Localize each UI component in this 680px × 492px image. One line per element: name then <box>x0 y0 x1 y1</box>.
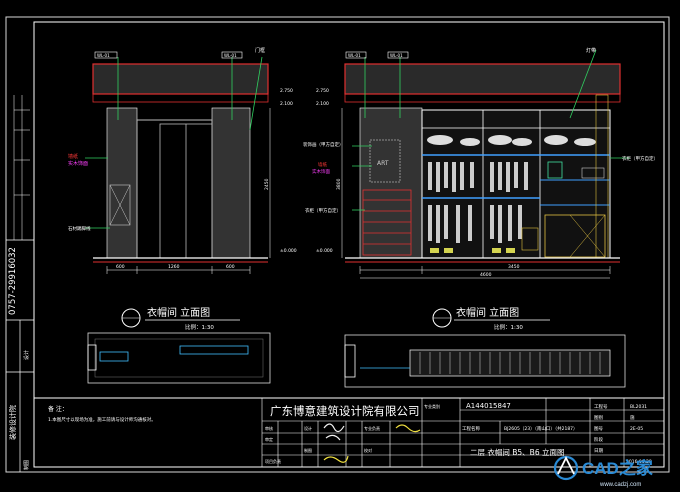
left-label-magenta: 实木饰面 <box>68 160 88 167</box>
drawing-code: A144015847 <box>466 402 511 410</box>
sheet-name: 二层 衣帽间 B5、B6 立面图 <box>470 447 565 457</box>
sidebar-phone: 0757-29916032 <box>8 247 18 315</box>
tb-right-label-4: 阶段 <box>594 436 603 443</box>
left-dim-4: 2450 <box>264 178 270 190</box>
sidebar-designer: 设计 <box>23 350 30 360</box>
right-dim-1: 3800 <box>336 178 342 190</box>
tb-right-label-3: 图号 <box>594 426 603 432</box>
watermark-url: www.cadzj.com <box>599 482 641 488</box>
right-label-1: 装饰画（甲方自定） <box>303 141 344 148</box>
notes-text: 1.本图尺寸以现场为准，施工前请与设计师沟通核对。 <box>48 416 156 423</box>
tb-right-label-5: 日期 <box>594 448 603 454</box>
left-dim-3: 600 <box>226 264 235 270</box>
right-title: 衣帽间 立面图 <box>456 306 519 319</box>
tb-right-label-1: 工程号 <box>594 403 608 410</box>
watermark-brand: CAD之家 <box>582 458 653 478</box>
left-tag-2: WL-01 <box>224 53 237 58</box>
left-elev-2: 2.100 <box>280 101 293 107</box>
left-dim-1: 600 <box>116 264 125 270</box>
left-label-side: 石材踢脚线 <box>68 225 91 232</box>
right-dim-2: 3450 <box>508 264 520 270</box>
left-elev-1: 2.750 <box>280 88 293 94</box>
right-label-4: 衣柜（甲方自定） <box>305 207 341 214</box>
tb-right-value-2: 施 <box>630 414 635 421</box>
tb-label-7: 校对 <box>364 447 372 453</box>
right-label-top: 灯带 <box>586 47 596 54</box>
cad-drawing-canvas: 0757-29916032 装修设计院 设计 制图 WL-01 WL-01 门框… <box>0 0 680 492</box>
tb-label-8: 专业类别 <box>424 403 440 409</box>
right-art: ART <box>377 160 389 167</box>
title-block: 备 注： 1.本图尺寸以现场为准，施工前请与设计师沟通核对。 广东博意建筑设计院… <box>48 398 664 467</box>
tb-label-2: 审定 <box>265 436 273 442</box>
project-name: BJ2605（23）（南山口）（共2187） <box>504 425 578 432</box>
tb-right-value-1: BL2031 <box>630 404 647 410</box>
tb-right-label-2: 图别 <box>594 414 603 421</box>
tb-right-value-3: 2E-05 <box>630 426 643 432</box>
right-elev-2: 2.100 <box>316 101 329 107</box>
left-tag-1: WL-01 <box>97 53 110 58</box>
left-elev-3: ±0.000 <box>280 248 297 254</box>
project-label: 工程名称 <box>462 425 480 432</box>
right-dim-3: 4600 <box>480 272 492 278</box>
left-dim-2: 1260 <box>168 264 180 270</box>
left-title: 衣帽间 立面图 <box>147 306 210 319</box>
right-label-2: 墙纸 <box>318 161 327 168</box>
right-elev-1: 2.750 <box>316 88 329 94</box>
left-label-red: 墙纸 <box>68 153 78 160</box>
right-scale: 比例：1:30 <box>494 323 523 331</box>
notes-heading: 备 注： <box>48 405 68 413</box>
tb-label-4: 项目负责 <box>265 458 281 464</box>
right-tag-1: WL-01 <box>348 53 361 58</box>
right-elevation: ART WL-01 WL-01 灯带 装饰画（甲方自定） 墙纸 实木饰面 衣柜（… <box>303 47 658 388</box>
sidebar-drafter: 制图 <box>23 460 30 470</box>
right-tag-2: WL-01 <box>390 53 403 58</box>
tb-label-1: 审核 <box>265 425 273 431</box>
sidebar-stamp: 装修设计院 <box>8 405 17 440</box>
right-label-3: 实木饰面 <box>312 168 330 175</box>
left-elevation: WL-01 WL-01 门框 墙纸 实木饰面 石材踢脚线 2.750 2.100… <box>68 47 297 384</box>
left-door-label: 门框 <box>255 47 265 54</box>
left-scale: 比例：1:30 <box>185 323 214 331</box>
tb-label-5: 设计 <box>304 425 312 431</box>
right-elev-3: ±0.000 <box>316 248 333 254</box>
company-name: 广东博意建筑设计院有限公司 <box>270 404 420 418</box>
right-label-right: 衣柜（甲方自定） <box>622 155 658 162</box>
tb-label-6: 制图 <box>304 447 312 453</box>
left-sidebar: 0757-29916032 装修设计院 设计 制图 <box>6 95 34 472</box>
tb-label-3: 专业负责 <box>364 425 380 431</box>
